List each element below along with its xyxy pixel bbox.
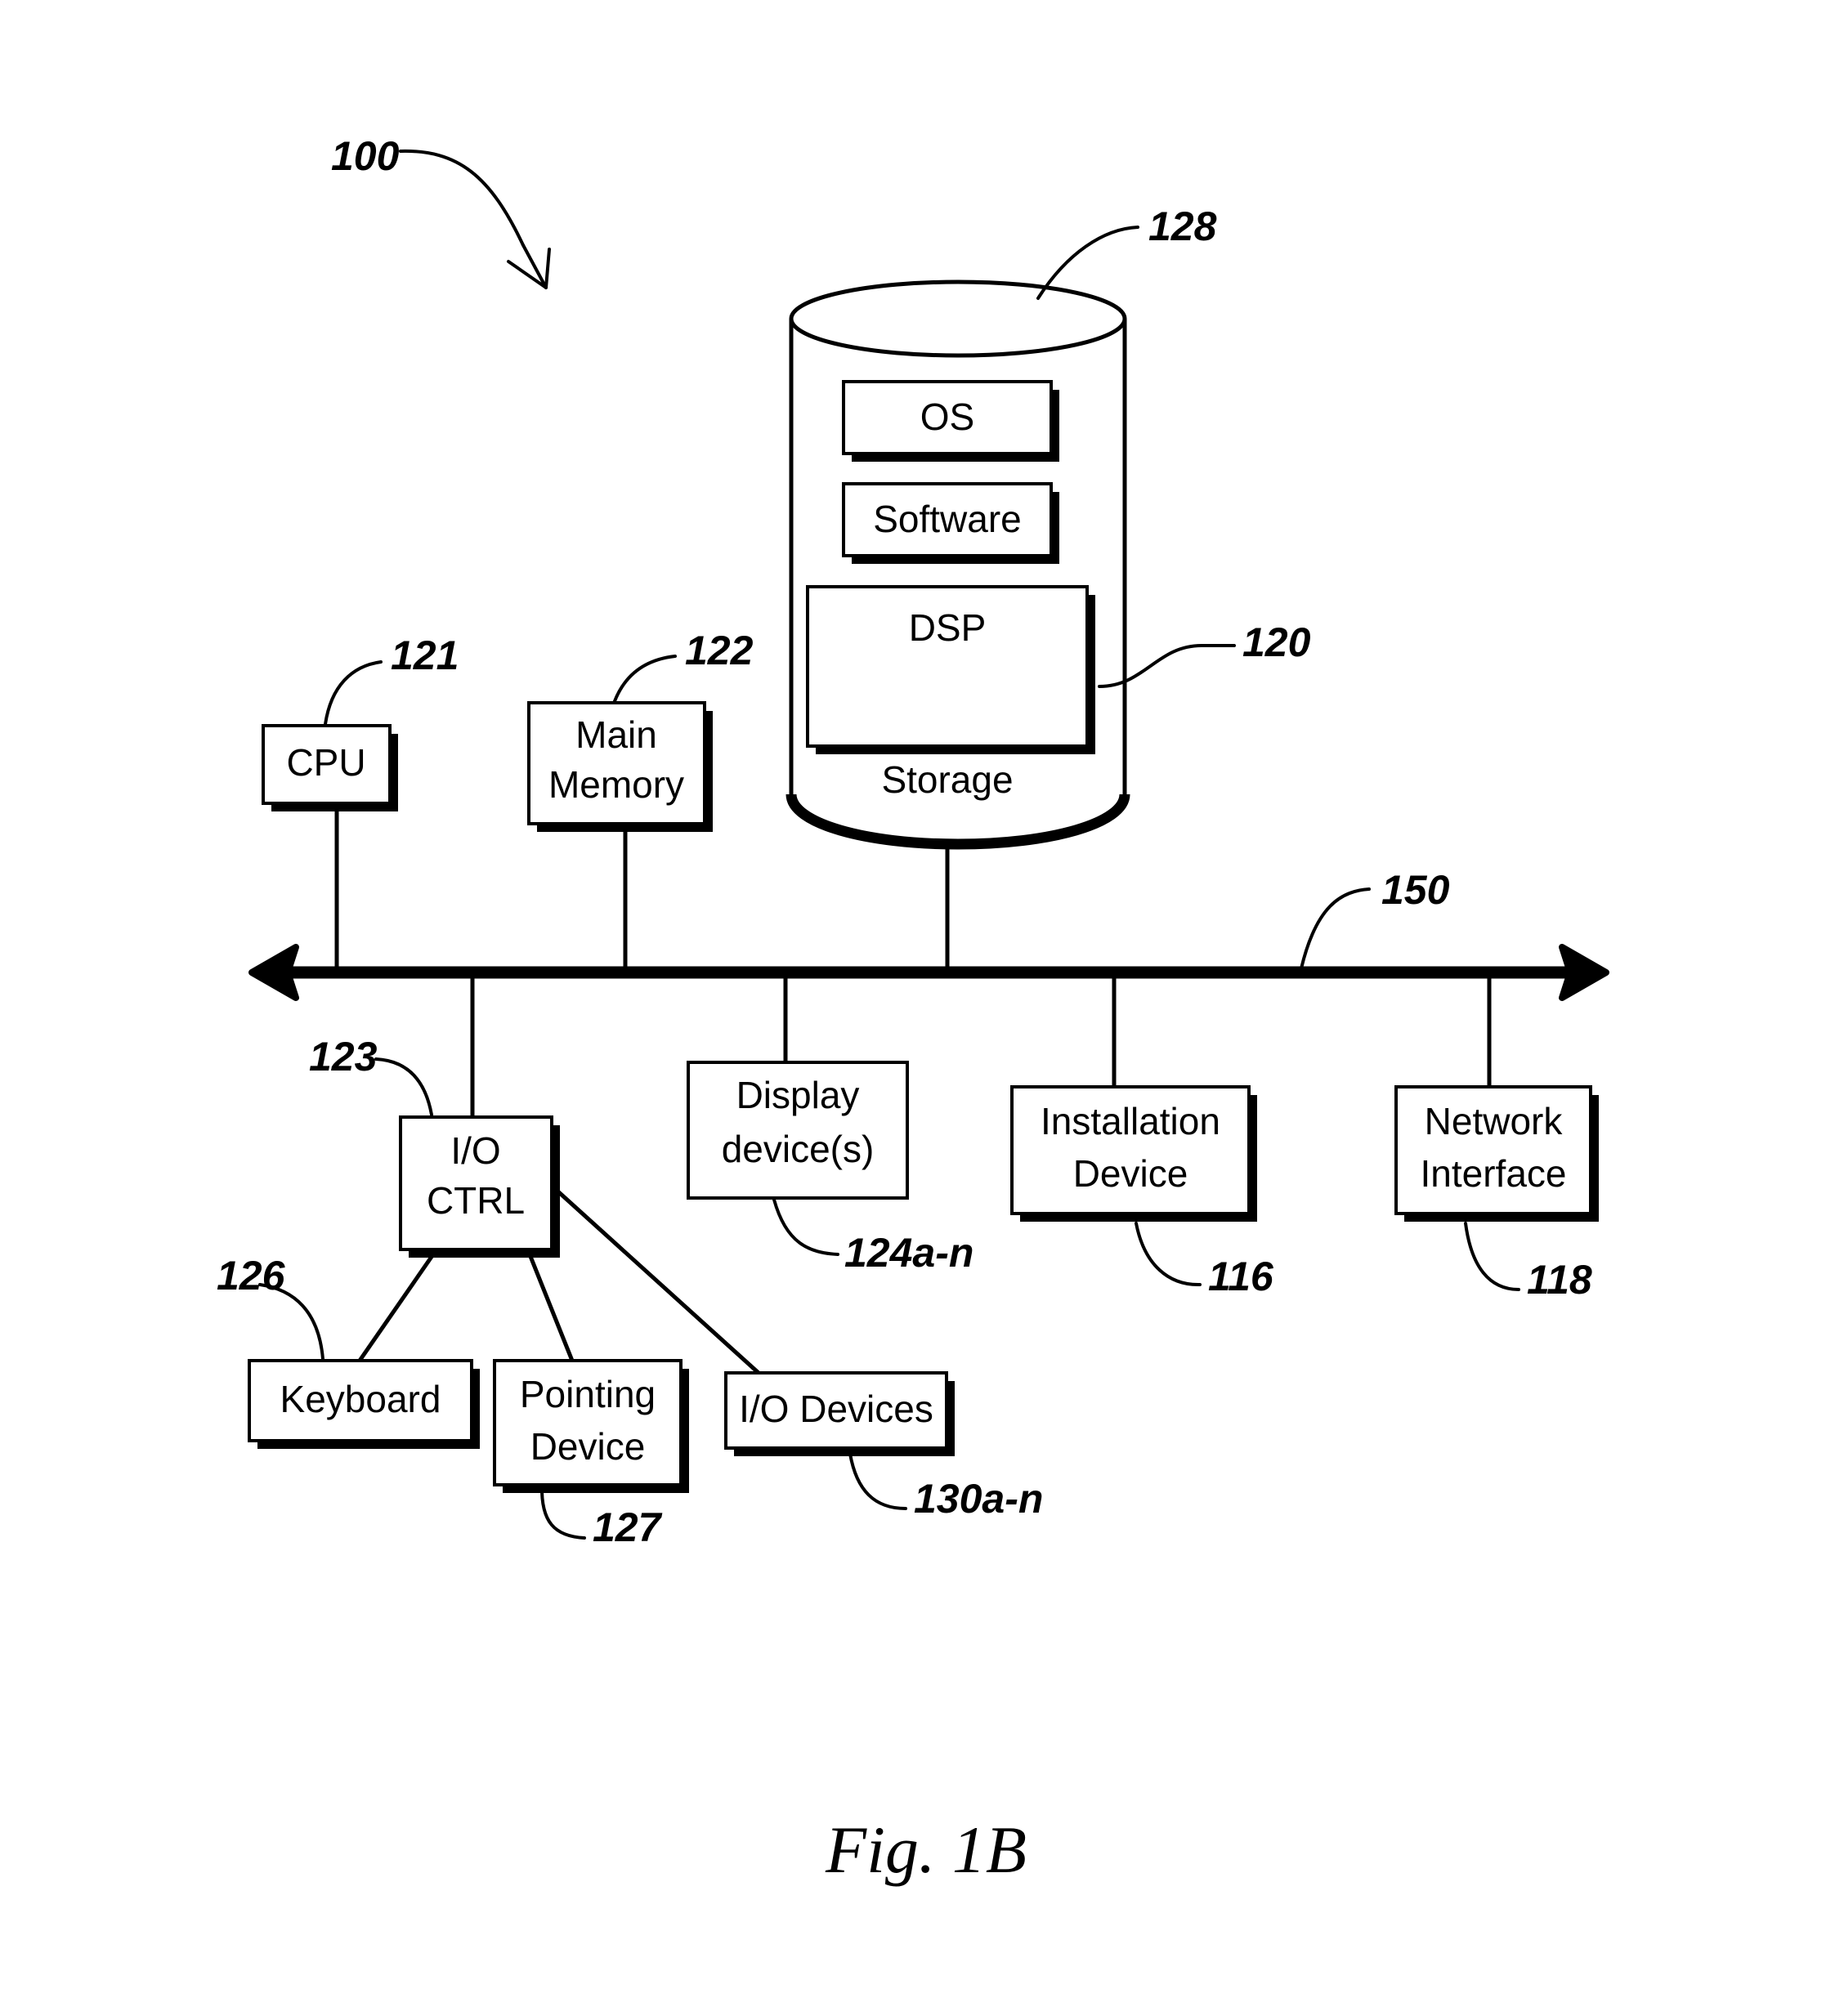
installation-device-box-group[interactable]: Installation Device [1010, 1085, 1257, 1222]
io-ctrl-box-group[interactable]: I/O CTRL [399, 1115, 560, 1258]
ref-127-leader-line [539, 1484, 586, 1540]
system-ref-100-group: 100 [331, 133, 551, 289]
installation-device-label-line1: Installation [1041, 1100, 1220, 1142]
ref-150-label: 150 [1381, 867, 1450, 913]
io-ctrl-label-line1: I/O [450, 1129, 500, 1172]
ref-121-leader-line [324, 660, 383, 726]
pointing-device-box-group[interactable]: Pointing Device [493, 1359, 689, 1493]
storage-label: Storage [881, 758, 1013, 801]
ref-118-group: 118 [1464, 1222, 1592, 1303]
ref-130-group: 130a-n [848, 1452, 1043, 1522]
ref-118-label: 118 [1527, 1257, 1592, 1303]
ref-123-group: 123 [309, 1034, 433, 1116]
system-bus[interactable] [248, 944, 1609, 1001]
patent-figure-page: 100 OS Software DSP Storage 128 120 150 … [0, 0, 1844, 2016]
ref-122-label: 122 [685, 628, 754, 673]
ref-128-group: 128 [1036, 203, 1217, 300]
ref-150-group: 150 [1300, 867, 1450, 970]
display-devices-label-line1: Display [736, 1074, 860, 1116]
ref-124-group: 124a-n [772, 1198, 973, 1276]
ref-121-label: 121 [391, 633, 459, 678]
network-interface-label-line1: Network [1425, 1100, 1564, 1142]
bus-right-arrowhead [1559, 944, 1609, 1001]
io-ctrl-label-line2: CTRL [427, 1179, 525, 1222]
keyboard-label: Keyboard [280, 1378, 441, 1420]
ref-126-group: 126 [217, 1253, 324, 1361]
storage-item-os[interactable]: OS [842, 380, 1059, 462]
ref-150-leader-line [1300, 887, 1371, 970]
display-devices-label-line2: device(s) [722, 1128, 875, 1170]
figure-1b-diagram: 100 OS Software DSP Storage 128 120 150 … [217, 133, 1609, 1887]
ref-120-label: 120 [1242, 619, 1311, 665]
cpu-label: CPU [286, 741, 365, 784]
software-label: Software [873, 498, 1022, 540]
ref-100-leader-line [399, 149, 525, 247]
ref-116-group: 116 [1135, 1222, 1274, 1299]
figure-caption: Fig. 1B [825, 1813, 1027, 1887]
ref-130-label: 130a-n [914, 1476, 1043, 1522]
ref-130-leader-line [848, 1452, 907, 1510]
dsp-label: DSP [909, 606, 987, 649]
cylinder-bottom-arc [785, 793, 1130, 850]
network-interface-box-group[interactable]: Network Interface [1394, 1085, 1599, 1222]
ref-124-label: 124a-n [844, 1230, 973, 1276]
ref-122-group: 122 [613, 628, 754, 703]
main-memory-label-line1: Main [575, 713, 657, 756]
ref-116-label: 116 [1208, 1254, 1274, 1299]
installation-device-label-line2: Device [1073, 1152, 1188, 1195]
ref-123-label: 123 [309, 1034, 378, 1080]
main-memory-box-group[interactable]: Main Memory [527, 701, 713, 832]
ref-120-leader-line [1098, 644, 1236, 688]
main-memory-label-line2: Memory [548, 763, 684, 806]
ref-118-leader-line [1464, 1222, 1520, 1291]
ref-126-label: 126 [217, 1253, 286, 1299]
io-devices-box-group[interactable]: I/O Devices [724, 1371, 955, 1456]
pointing-device-label-line1: Pointing [520, 1373, 656, 1415]
ref-122-leader-line [613, 655, 677, 703]
ref-116-leader-line [1135, 1222, 1202, 1287]
io-ctrl-to-keyboard-link [357, 1253, 436, 1362]
io-devices-label: I/O Devices [739, 1388, 933, 1430]
network-interface-label-line2: Interface [1421, 1152, 1567, 1195]
ref-100-label: 100 [331, 133, 400, 179]
ref-128-label: 128 [1148, 203, 1217, 249]
cpu-box-group[interactable]: CPU [262, 724, 398, 811]
keyboard-box-group[interactable]: Keyboard [248, 1359, 480, 1449]
display-devices-box-group[interactable]: Display device(s) [687, 1061, 909, 1200]
os-label: OS [920, 396, 974, 438]
ref-127-label: 127 [593, 1504, 663, 1550]
cylinder-top-ellipse [789, 279, 1127, 358]
pointing-device-label-line2: Device [530, 1425, 646, 1468]
ref-121-group: 121 [324, 633, 459, 726]
ref-120-group: 120 [1098, 619, 1311, 688]
storage-item-software[interactable]: Software [842, 482, 1059, 564]
storage-item-dsp[interactable]: DSP [806, 585, 1095, 754]
io-ctrl-to-pointing-device-link [527, 1254, 575, 1361]
ref-127-group: 127 [539, 1484, 663, 1550]
ref-124-leader-line [772, 1198, 839, 1256]
ref-123-leader-line [374, 1057, 433, 1116]
bus-left-arrowhead [248, 944, 299, 1001]
io-ctrl-to-io-devices-link [551, 1185, 760, 1375]
